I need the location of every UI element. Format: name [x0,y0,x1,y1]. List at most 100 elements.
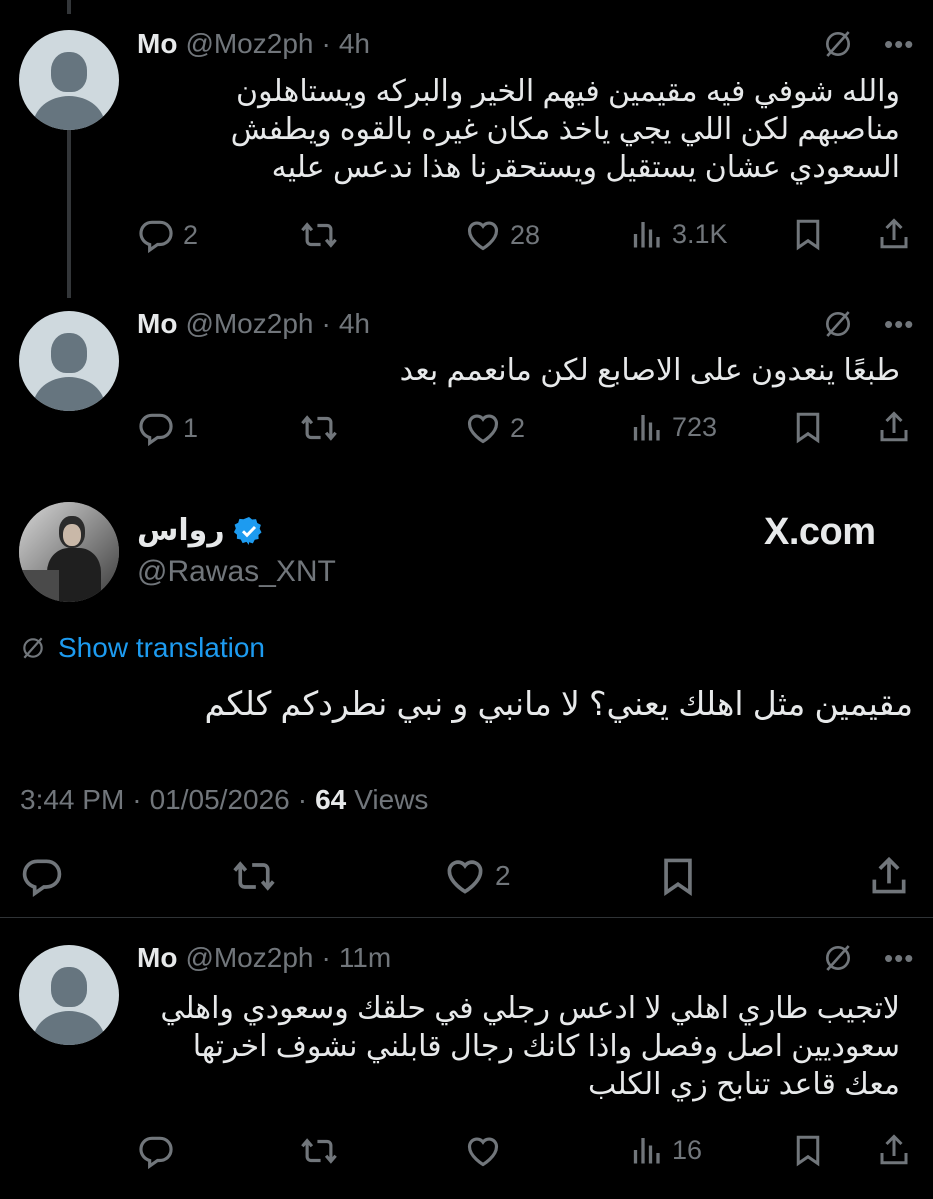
bookmark-button[interactable] [656,854,700,898]
avatar[interactable] [19,945,119,1045]
bookmark-icon [656,854,700,898]
repost-icon [232,854,276,898]
tweet-text-line: لاتجيب طاري اهلي لا ادعس رجلي في حلقك وس… [160,992,900,1025]
main-tweet-meta: 3:44 PM · 01/05/2026 · 64 Views [20,784,428,816]
heart-icon [464,216,502,254]
bookmark-icon [790,1132,826,1168]
views-count: 3.1K [672,218,728,249]
bookmark-icon [790,216,826,252]
like-count: 2 [495,860,511,891]
tweet-top-actions: ••• [822,28,914,60]
grok-slash-icon[interactable] [822,308,854,340]
repost-icon [300,409,338,447]
like-button[interactable]: 2 [443,854,511,898]
heart-icon [464,1132,502,1170]
repost-button[interactable] [300,216,338,254]
reply-button[interactable] [137,1132,175,1170]
share-button[interactable] [876,216,912,252]
reply-button[interactable] [20,854,64,898]
display-name[interactable]: Mo [137,308,177,340]
reply-count: 1 [183,412,199,443]
user-handle[interactable]: @Moz2ph [185,942,313,974]
avatar[interactable] [19,311,119,411]
views-count: 64 [315,784,347,815]
views-button[interactable]: 723 [628,409,717,445]
display-name[interactable]: Mo [137,28,177,60]
views-chart-icon [628,1132,664,1168]
tweet-text: طبعًا ينعدون على الاصابع لكن مانعمم بعد [137,352,900,390]
share-button[interactable] [876,409,912,445]
timestamp[interactable]: 4h [339,28,370,60]
heart-icon [464,409,502,447]
timestamp[interactable]: 4h [339,308,370,340]
bookmark-button[interactable] [790,409,826,445]
bookmark-button[interactable] [790,216,826,252]
tweet-top-actions: ••• [822,942,914,974]
grok-slash-icon[interactable] [822,28,854,60]
more-dots-icon[interactable]: ••• [884,945,914,971]
tweet-text: والله شوفي فيه مقيمين فيهم الخير والبركه… [137,73,900,187]
views-button[interactable]: 16 [628,1132,702,1168]
more-dots-icon[interactable]: ••• [884,311,914,337]
display-name[interactable]: رواس [137,513,225,548]
reply-count: 2 [183,219,199,250]
share-button[interactable] [876,1132,912,1168]
like-button[interactable] [464,1132,502,1170]
tweet-header: Mo @Moz2ph · 4h [137,308,370,340]
repost-button[interactable] [300,409,338,447]
reply-button[interactable]: 2 [137,216,198,254]
tweet-text-line: طبعًا ينعدون على الاصابع لكن مانعمم بعد [399,354,900,387]
tweet-time[interactable]: 3:44 PM [20,784,124,816]
display-name[interactable]: Mo [137,942,177,974]
share-icon [876,216,912,252]
share-button[interactable] [867,854,911,898]
reply-button[interactable]: 1 [137,409,198,447]
more-dots-icon[interactable]: ••• [884,31,914,57]
heart-icon [443,854,487,898]
thread-line-top [67,0,71,14]
tweet-top-actions: ••• [822,308,914,340]
repost-button[interactable] [232,854,276,898]
share-icon [867,854,911,898]
views-chart-icon [628,216,664,252]
like-button[interactable]: 28 [464,216,540,254]
like-count: 28 [510,219,541,250]
bookmark-button[interactable] [790,1132,826,1168]
tweet-header: Mo @Moz2ph · 11m [137,942,391,974]
separator-dot: · [297,784,308,815]
verified-badge-icon [233,516,262,545]
reply-icon [20,854,64,898]
main-header-name-row: رواس [137,513,265,548]
tweet-text-line: مناصبهم لكن اللي يجي ياخذ مكان غيره بالق… [230,113,900,146]
avatar[interactable] [19,30,119,130]
divider [0,917,933,918]
tweet-text: لاتجيب طاري اهلي لا ادعس رجلي في حلقك وس… [137,990,900,1104]
reply-icon [137,1132,175,1170]
user-handle[interactable]: @Moz2ph [185,28,313,60]
translate-icon [20,635,46,661]
views-chart-icon [628,409,664,445]
show-translation-link[interactable]: Show translation [20,632,265,664]
timestamp[interactable]: 11m [339,942,391,974]
main-avatar[interactable] [19,502,119,602]
grok-slash-icon[interactable] [822,942,854,974]
share-icon [876,409,912,445]
repost-icon [300,216,338,254]
tweet-text-line: معك قاعد تنابح زي الكلب [588,1068,900,1101]
repost-icon [300,1132,338,1170]
views-label: Views [354,784,429,815]
separator-dot: · [321,308,331,339]
repost-button[interactable] [300,1132,338,1170]
views-count: 16 [672,1134,703,1165]
show-translation-label[interactable]: Show translation [58,632,265,664]
user-handle[interactable]: @Moz2ph [185,308,313,340]
reply-icon [137,216,175,254]
tweet-date[interactable]: 01/05/2026 [150,784,290,816]
main-user-handle[interactable]: @Rawas_XNT [137,555,336,589]
separator-dot: · [321,942,331,973]
tweet-text-line: السعودي عشان يستقيل ويستحقرنا هذا ندعس ع… [271,151,900,184]
views-button[interactable]: 3.1K [628,216,728,252]
separator-dot: · [321,28,331,59]
like-button[interactable]: 2 [464,409,525,447]
thread-line [67,130,71,298]
